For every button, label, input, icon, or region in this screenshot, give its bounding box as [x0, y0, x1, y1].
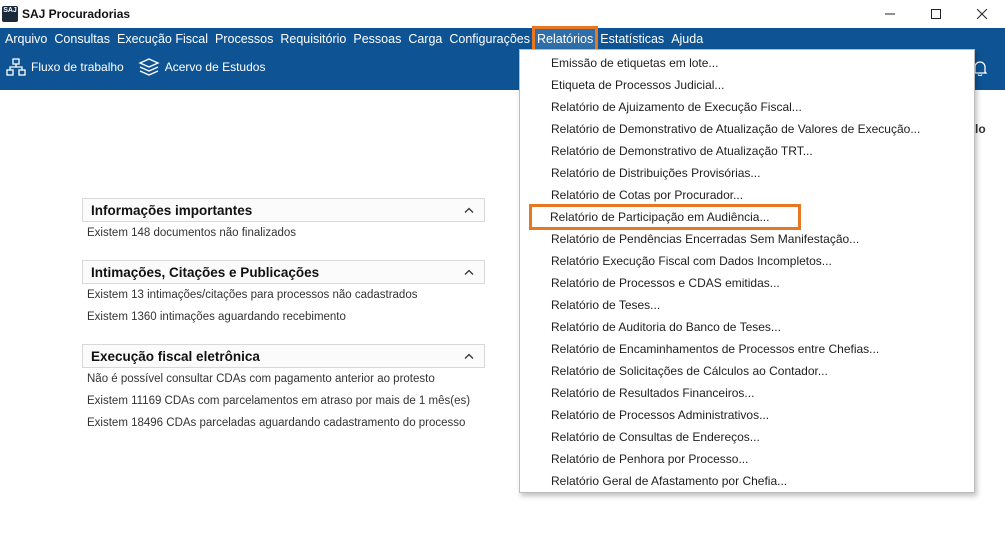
- fluxo-de-trabalho-button[interactable]: Fluxo de trabalho: [6, 58, 124, 76]
- notification-bell-button[interactable]: [972, 60, 988, 79]
- menu-configuracoes[interactable]: Configurações: [446, 28, 533, 50]
- books-icon: [138, 58, 160, 76]
- panel-line[interactable]: Existem 11169 CDAs com parcelamentos em …: [87, 390, 485, 412]
- panel-header[interactable]: Intimações, Citações e Publicações: [82, 260, 485, 284]
- app-logo: SAJ: [2, 6, 18, 22]
- relatorios-dropdown-menu: Emissão de etiquetas em lote... Etiqueta…: [519, 49, 975, 493]
- menu-item-emissao-etiquetas-lote[interactable]: Emissão de etiquetas em lote...: [520, 52, 974, 74]
- menu-item-consultas-enderecos[interactable]: Relatório de Consultas de Endereços...: [520, 426, 974, 448]
- menu-pessoas[interactable]: Pessoas: [350, 28, 404, 50]
- panel-line[interactable]: Existem 1360 intimações aguardando receb…: [87, 306, 485, 328]
- menu-item-afastamento-por-chefia[interactable]: Relatório Geral de Afastamento por Chefi…: [520, 470, 974, 492]
- menu-arquivo[interactable]: Arquivo: [2, 28, 50, 50]
- menu-item-execucao-fiscal-dados-incompletos[interactable]: Relatório Execução Fiscal com Dados Inco…: [520, 250, 974, 272]
- menu-item-resultados-financeiros[interactable]: Relatório de Resultados Financeiros...: [520, 382, 974, 404]
- menu-item-distribuicoes-provisorias[interactable]: Relatório de Distribuições Provisórias..…: [520, 162, 974, 184]
- menu-item-ajuizamento-execucao-fiscal[interactable]: Relatório de Ajuizamento de Execução Fis…: [520, 96, 974, 118]
- menu-item-solicitacoes-calculos[interactable]: Relatório de Solicitações de Cálculos ao…: [520, 360, 974, 382]
- menu-item-cotas-por-procurador[interactable]: Relatório de Cotas por Procurador...: [520, 184, 974, 206]
- menu-item-participacao-em-audiencia[interactable]: Relatório de Participação em Audiência..…: [529, 204, 801, 230]
- workflow-icon: [6, 58, 26, 76]
- panel-header[interactable]: Execução fiscal eletrônica: [82, 344, 485, 368]
- menu-item-processos-cdas-emitidas[interactable]: Relatório de Processos e CDAS emitidas..…: [520, 272, 974, 294]
- menu-item-demonstrativo-atualizacao-trt[interactable]: Relatório de Demonstrativo de Atualizaçã…: [520, 140, 974, 162]
- panel-title: Execução fiscal eletrônica: [91, 348, 260, 364]
- panel-line[interactable]: Não é possível consultar CDAs com pagame…: [87, 368, 485, 390]
- truncated-label: lo: [975, 122, 986, 136]
- menu-execucao-fiscal[interactable]: Execução Fiscal: [114, 28, 211, 50]
- chevron-up-icon: [464, 353, 474, 359]
- panel-line[interactable]: Existem 18496 CDAs parceladas aguardando…: [87, 412, 485, 434]
- menu-item-penhora-por-processo[interactable]: Relatório de Penhora por Processo...: [520, 448, 974, 470]
- panel-line[interactable]: Existem 13 intimações/citações para proc…: [87, 284, 485, 306]
- chevron-up-icon: [464, 269, 474, 275]
- acervo-de-estudos-button[interactable]: Acervo de Estudos: [138, 58, 266, 76]
- app-title: SAJ Procuradorias: [22, 7, 131, 21]
- menu-item-etiqueta-processos-judicial[interactable]: Etiqueta de Processos Judicial...: [520, 74, 974, 96]
- menu-carga[interactable]: Carga: [405, 28, 445, 50]
- panel-title: Intimações, Citações e Publicações: [91, 264, 320, 280]
- menu-processos[interactable]: Processos: [212, 28, 276, 50]
- panel-title: Informações importantes: [91, 202, 253, 218]
- minimize-icon: [885, 13, 895, 15]
- menu-item-pendencias-encerradas[interactable]: Relatório de Pendências Encerradas Sem M…: [520, 228, 974, 250]
- menu-item-teses[interactable]: Relatório de Teses...: [520, 294, 974, 316]
- menu-estatisticas[interactable]: Estatísticas: [597, 28, 667, 50]
- menu-ajuda[interactable]: Ajuda: [668, 28, 706, 50]
- panel-header[interactable]: Informações importantes: [82, 198, 485, 222]
- close-icon: [977, 9, 987, 19]
- menu-requisitorio[interactable]: Requisitório: [277, 28, 349, 50]
- maximize-icon: [931, 9, 941, 19]
- collapse-button[interactable]: [462, 203, 476, 217]
- fluxo-label: Fluxo de trabalho: [31, 60, 124, 74]
- title-bar: SAJ SAJ Procuradorias: [0, 0, 1005, 28]
- window-controls: [867, 0, 1005, 28]
- menu-item-encaminhamentos-chefias[interactable]: Relatório de Encaminhamentos de Processo…: [520, 338, 974, 360]
- menu-consultas[interactable]: Consultas: [51, 28, 113, 50]
- menu-relatorios[interactable]: Relatórios: [531, 26, 599, 52]
- chevron-up-icon: [464, 207, 474, 213]
- bell-icon: [972, 61, 988, 77]
- menu-item-demonstrativo-atualizacao-valores[interactable]: Relatório de Demonstrativo de Atualizaçã…: [520, 118, 974, 140]
- panel-line[interactable]: Existem 148 documentos não finalizados: [87, 222, 485, 244]
- menu-bar: Arquivo Consultas Execução Fiscal Proces…: [0, 26, 1005, 52]
- panel-informacoes-importantes: Informações importantes Existem 148 docu…: [82, 198, 485, 244]
- collapse-button[interactable]: [462, 349, 476, 363]
- panel-execucao-fiscal-eletronica: Execução fiscal eletrônica Não é possíve…: [82, 344, 485, 434]
- collapse-button[interactable]: [462, 265, 476, 279]
- acervo-label: Acervo de Estudos: [164, 60, 266, 74]
- close-button[interactable]: [959, 0, 1005, 28]
- menu-item-processos-administrativos[interactable]: Relatório de Processos Administrativos..…: [520, 404, 974, 426]
- panel-intimacoes: Intimações, Citações e Publicações Exist…: [82, 260, 485, 328]
- minimize-button[interactable]: [867, 0, 913, 28]
- maximize-button[interactable]: [913, 0, 959, 28]
- menu-item-auditoria-banco-teses[interactable]: Relatório de Auditoria do Banco de Teses…: [520, 316, 974, 338]
